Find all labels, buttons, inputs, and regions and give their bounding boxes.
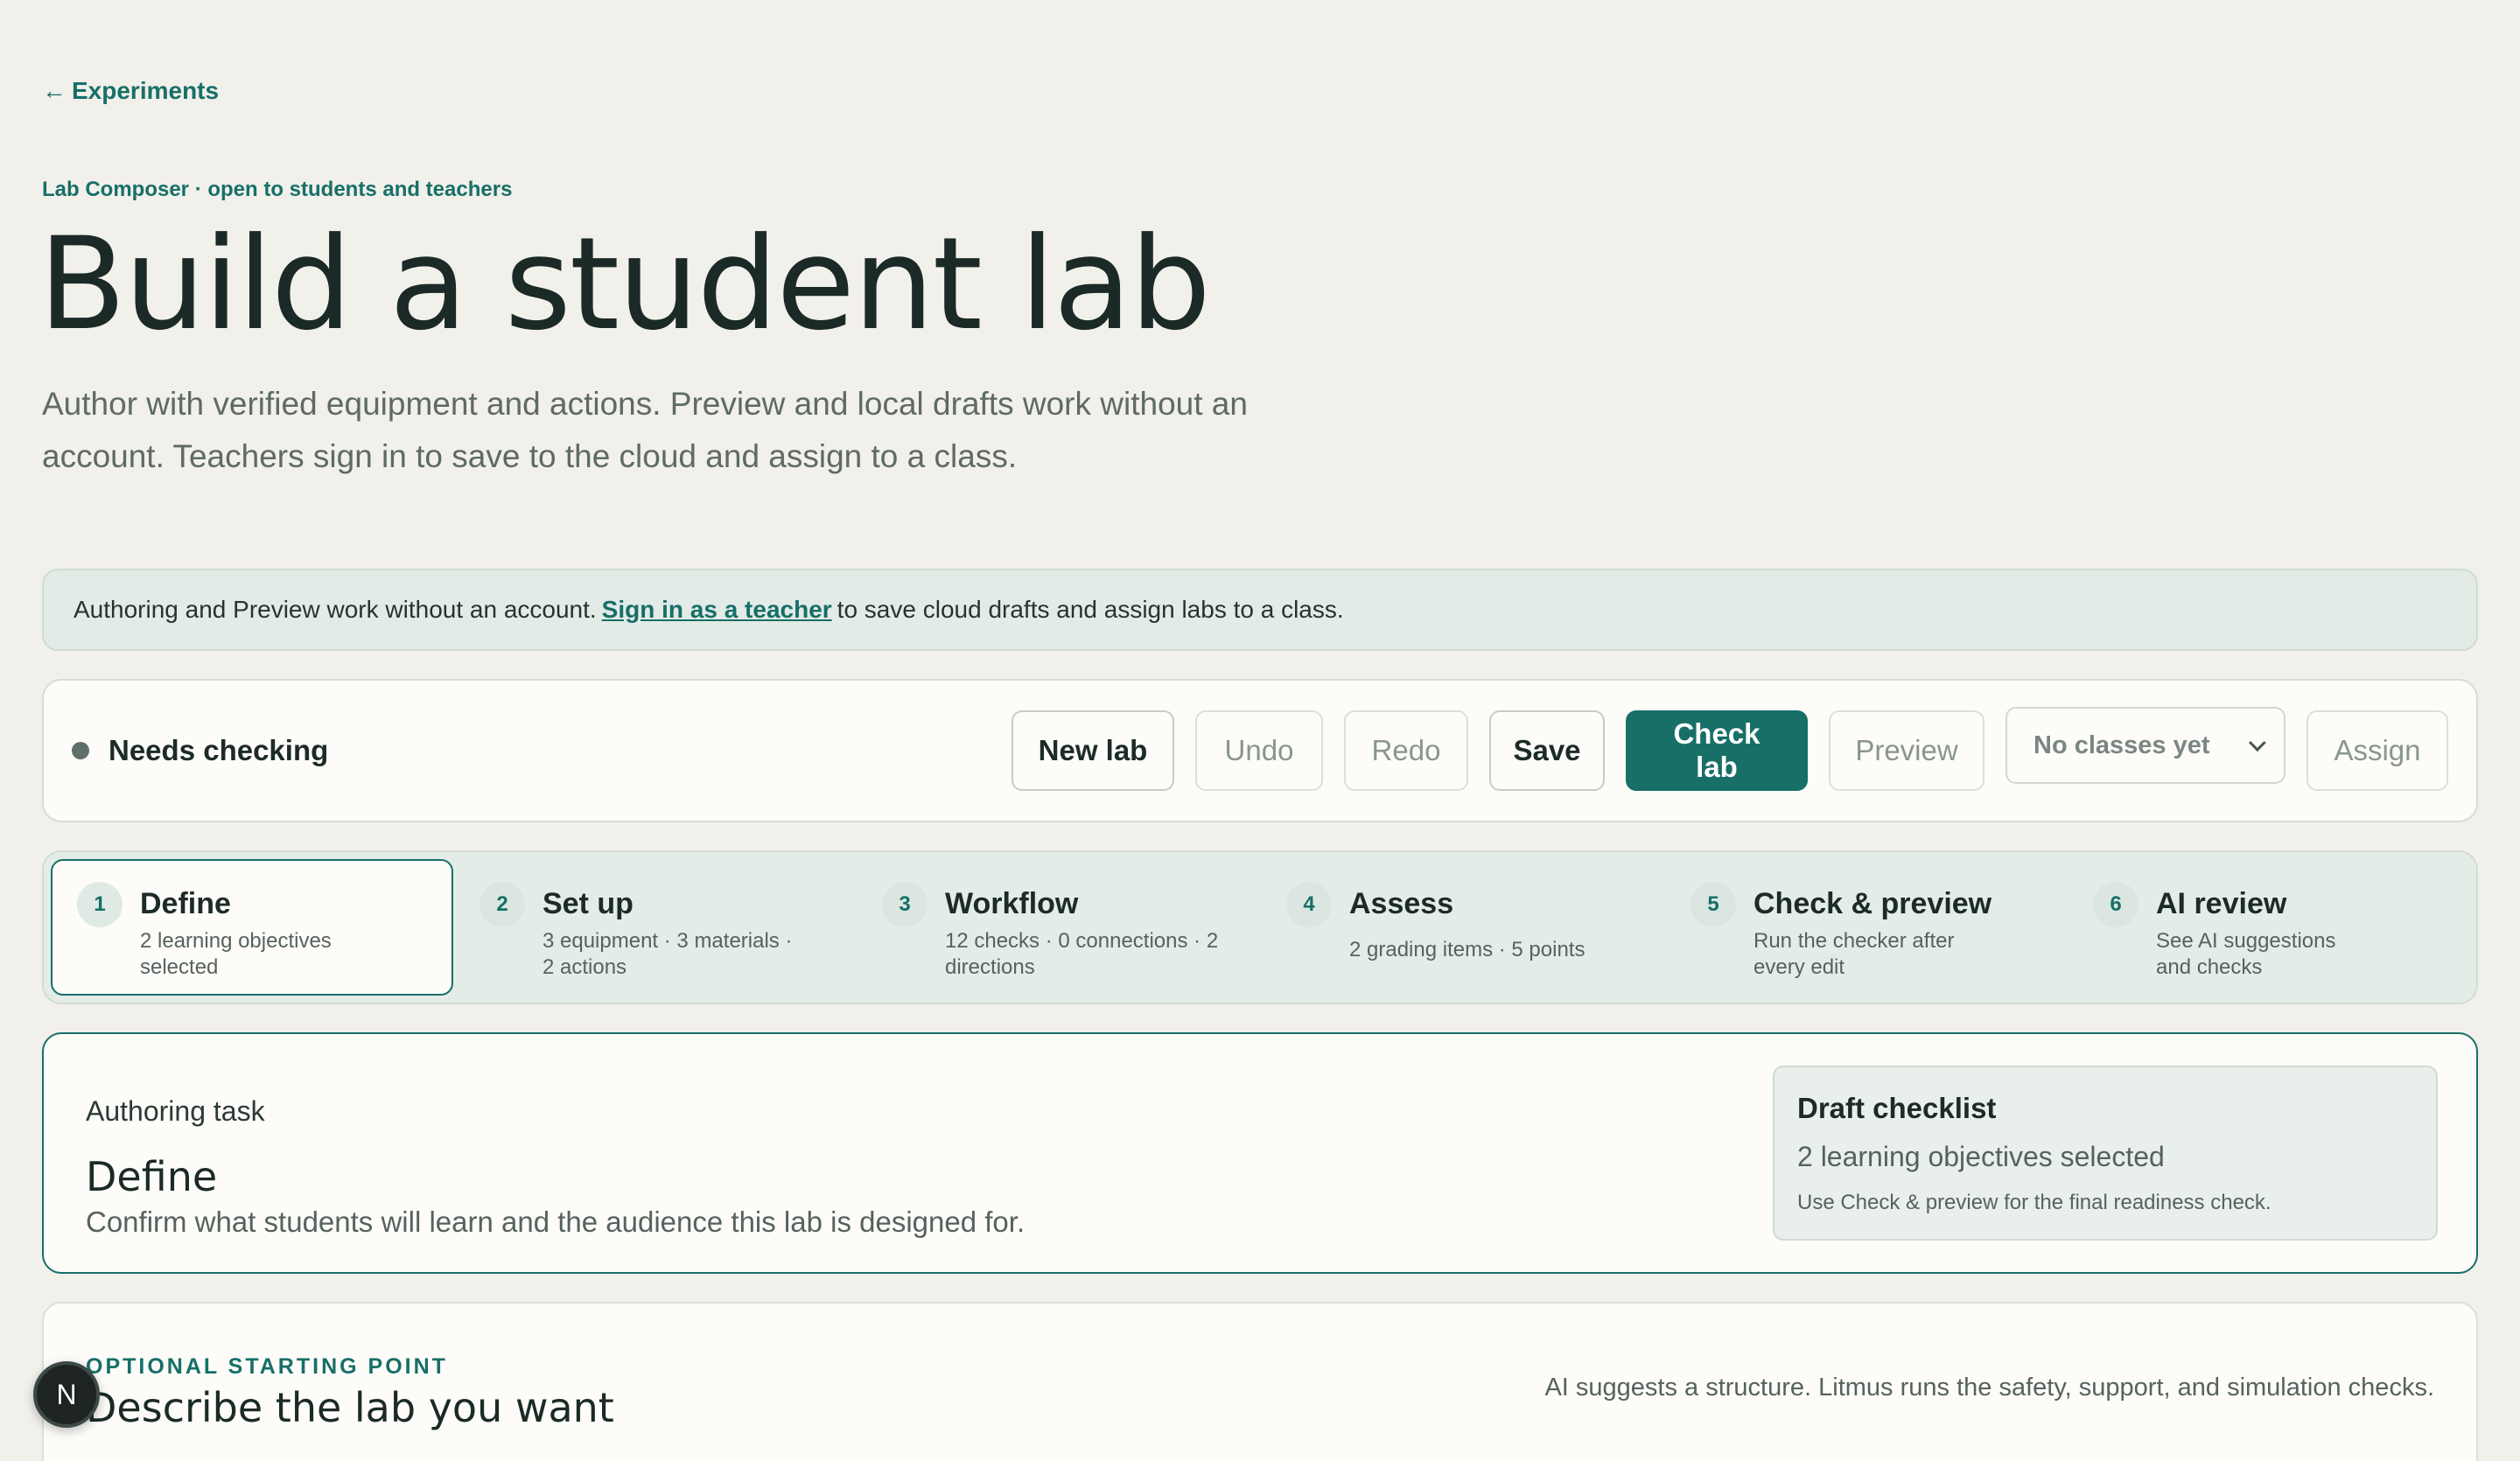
new-lab-button[interactable]: New lab <box>1012 710 1174 791</box>
class-select[interactable]: No classes yet <box>2006 707 2286 784</box>
lab-toolbar: Needs checking New lab Undo Redo Save Ch… <box>42 679 2478 822</box>
step-title: Workflow <box>945 887 1079 920</box>
step-desc: 12 checks · 0 connections · 2 directions <box>945 929 1219 979</box>
chevron-down-icon <box>2248 734 2266 752</box>
step-title: Assess <box>1349 887 1454 920</box>
page-subtitle: Author with verified equipment and actio… <box>42 386 1248 474</box>
step-number: 3 <box>882 882 928 927</box>
task-description: Confirm what students will learn and the… <box>86 1206 1026 1238</box>
step-desc: 2 learning objectives selected <box>140 929 332 979</box>
save-button[interactable]: Save <box>1489 710 1605 791</box>
authoring-steps: 1 Define 2 learning objectives selected … <box>42 850 2478 1004</box>
redo-button[interactable]: Redo <box>1344 710 1468 791</box>
step-assess[interactable]: 4 Assess 2 grading items · 5 points <box>1260 859 1664 996</box>
sign-in-teacher-link[interactable]: Sign in as a teacher <box>602 596 832 624</box>
step-title: Define <box>140 887 231 920</box>
status-label: Needs checking <box>108 734 329 766</box>
step-title: Check & preview <box>1754 887 1992 920</box>
optional-title: Describe the lab you want <box>86 1384 614 1431</box>
checklist-title: Draft checklist <box>1797 1092 1997 1124</box>
step-number: 5 <box>1690 882 1736 927</box>
step-desc: 3 equipment · 3 materials · 2 actions <box>542 929 793 979</box>
status-dot-icon <box>72 742 89 759</box>
toolbar-actions: New lab Undo Redo Save Check lab Preview… <box>1012 707 2448 791</box>
step-title: AI review <box>2156 887 2287 920</box>
step-number: 2 <box>480 882 525 927</box>
step-title: Set up <box>542 887 634 920</box>
authoring-task-card: Authoring task Define Confirm what stude… <box>42 1032 2478 1274</box>
undo-button[interactable]: Undo <box>1195 710 1323 791</box>
step-set-up[interactable]: 2 Set up 3 equipment · 3 materials · 2 a… <box>453 859 856 996</box>
back-link-label: Experiments <box>72 77 220 104</box>
back-to-experiments-link[interactable]: ← Experiments <box>42 77 219 105</box>
optional-eyebrow: OPTIONAL STARTING POINT <box>86 1354 448 1379</box>
account-notice-banner: Authoring and Preview work without an ac… <box>42 569 2478 651</box>
notice-text-after: to save cloud drafts and assign labs to … <box>836 596 1344 623</box>
page-eyebrow: Lab Composer · open to students and teac… <box>42 178 513 201</box>
step-check-preview[interactable]: 5 Check & preview Run the checker after … <box>1664 859 2067 996</box>
optional-starting-point-card: OPTIONAL STARTING POINT Describe the lab… <box>42 1302 2478 1461</box>
draft-checklist: Draft checklist 2 learning objectives se… <box>1773 1066 2438 1241</box>
task-title: Define <box>86 1153 218 1200</box>
step-desc: Run the checker after every edit <box>1754 929 1955 979</box>
arrow-left-icon: ← <box>42 77 66 104</box>
checklist-value: 2 learning objectives selected <box>1797 1141 2165 1172</box>
step-ai-review[interactable]: 6 AI review See AI suggestions and check… <box>2067 859 2469 996</box>
preview-button[interactable]: Preview <box>1829 710 1984 791</box>
step-workflow[interactable]: 3 Workflow 12 checks · 0 connections · 2… <box>856 859 1260 996</box>
task-label: Authoring task <box>86 1095 265 1127</box>
checklist-note: Use Check & preview for the final readin… <box>1797 1191 2272 1214</box>
step-number: 6 <box>2093 882 2138 927</box>
step-number: 4 <box>1286 882 1332 927</box>
user-avatar[interactable]: N <box>33 1361 100 1428</box>
assign-button[interactable]: Assign <box>2306 710 2448 791</box>
lab-status: Needs checking <box>72 734 328 767</box>
step-desc: See AI suggestions and checks <box>2156 929 2336 979</box>
check-lab-button[interactable]: Check lab <box>1626 710 1808 791</box>
notice-text: Authoring and Preview work without an ac… <box>74 596 597 623</box>
step-number: 1 <box>77 882 122 927</box>
page-title: Build a student lab <box>38 210 1211 359</box>
class-select-value: No classes yet <box>2034 730 2210 759</box>
step-define[interactable]: 1 Define 2 learning objectives selected <box>51 859 453 996</box>
optional-note: AI suggests a structure. Litmus runs the… <box>1544 1374 2434 1402</box>
step-desc: 2 grading items · 5 points <box>1349 938 1586 961</box>
